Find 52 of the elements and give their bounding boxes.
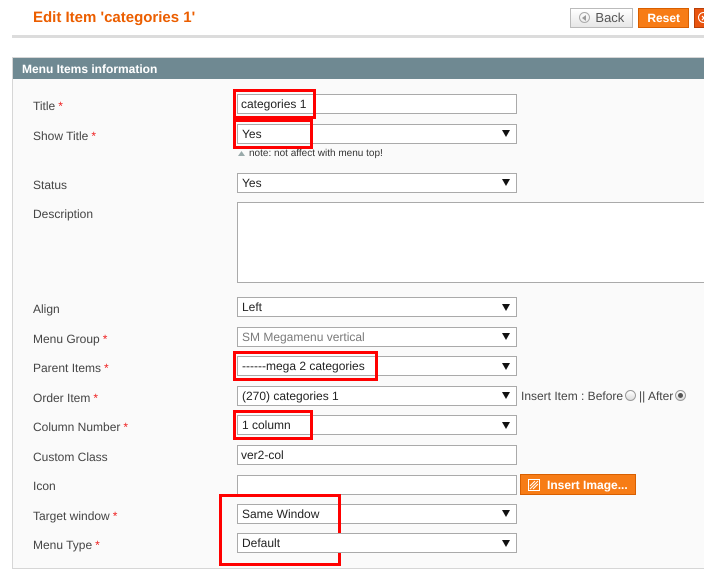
field-label: Icon <box>33 478 56 495</box>
radio-label: || After <box>639 388 674 404</box>
triangle-icon <box>238 150 245 156</box>
radio-button[interactable] <box>625 390 636 401</box>
panel-header: Menu Items information <box>13 58 704 79</box>
image-icon <box>528 478 540 490</box>
text-area[interactable] <box>237 202 704 283</box>
field-label: Column Number <box>33 419 120 436</box>
select-field[interactable]: (270) categories 1 <box>237 386 517 406</box>
field-label: Target window <box>33 508 110 524</box>
select-field[interactable]: ------mega 2 categories <box>237 356 517 376</box>
dropdown-arrow-icon <box>502 130 510 137</box>
dropdown-arrow-icon <box>502 392 510 399</box>
field-label: Align <box>33 301 60 318</box>
text-field[interactable]: ver2-col <box>237 444 517 464</box>
field-label: Custom Class <box>33 448 108 466</box>
radio-button[interactable] <box>675 390 686 401</box>
back-button[interactable]: Back <box>570 8 634 28</box>
required-mark: * <box>123 419 128 436</box>
field-label: Status <box>33 176 68 194</box>
text-field[interactable] <box>237 474 517 494</box>
field-label: Parent Items <box>33 360 102 377</box>
required-mark: * <box>58 98 63 115</box>
field-note: note: not affect with menu top! <box>249 146 383 160</box>
select-field[interactable]: 1 column <box>237 415 517 435</box>
field-label: Menu Type <box>33 537 92 554</box>
dropdown-arrow-icon <box>502 179 510 186</box>
field-label: Description <box>33 206 94 223</box>
dropdown-arrow-icon <box>502 510 510 517</box>
dropdown-arrow-icon <box>502 422 510 428</box>
required-mark: * <box>102 330 108 348</box>
select-field[interactable]: Yes <box>237 172 517 192</box>
select-field[interactable]: Yes <box>237 124 517 144</box>
field-label: Menu Group <box>33 330 100 348</box>
page-title: Edit Item 'categories 1' <box>33 8 196 28</box>
radio-label: Insert Item : Before <box>521 388 624 404</box>
text-field[interactable]: categories 1 <box>237 94 517 114</box>
field-label: Show Title <box>33 128 88 144</box>
field-label: Title <box>33 98 56 115</box>
required-mark: * <box>112 508 118 524</box>
required-mark: * <box>95 537 100 554</box>
select-field[interactable]: Default <box>237 533 517 553</box>
dropdown-arrow-icon <box>502 304 510 310</box>
select-field[interactable]: Left <box>237 297 517 317</box>
required-mark: * <box>104 360 109 377</box>
select-field[interactable]: Same Window <box>237 504 517 524</box>
dropdown-arrow-icon <box>502 333 510 340</box>
field-label: Order Item <box>33 390 90 406</box>
dropdown-arrow-icon <box>502 362 510 370</box>
required-mark: * <box>91 128 96 144</box>
dropdown-arrow-icon <box>502 540 510 546</box>
required-mark: * <box>93 390 98 406</box>
